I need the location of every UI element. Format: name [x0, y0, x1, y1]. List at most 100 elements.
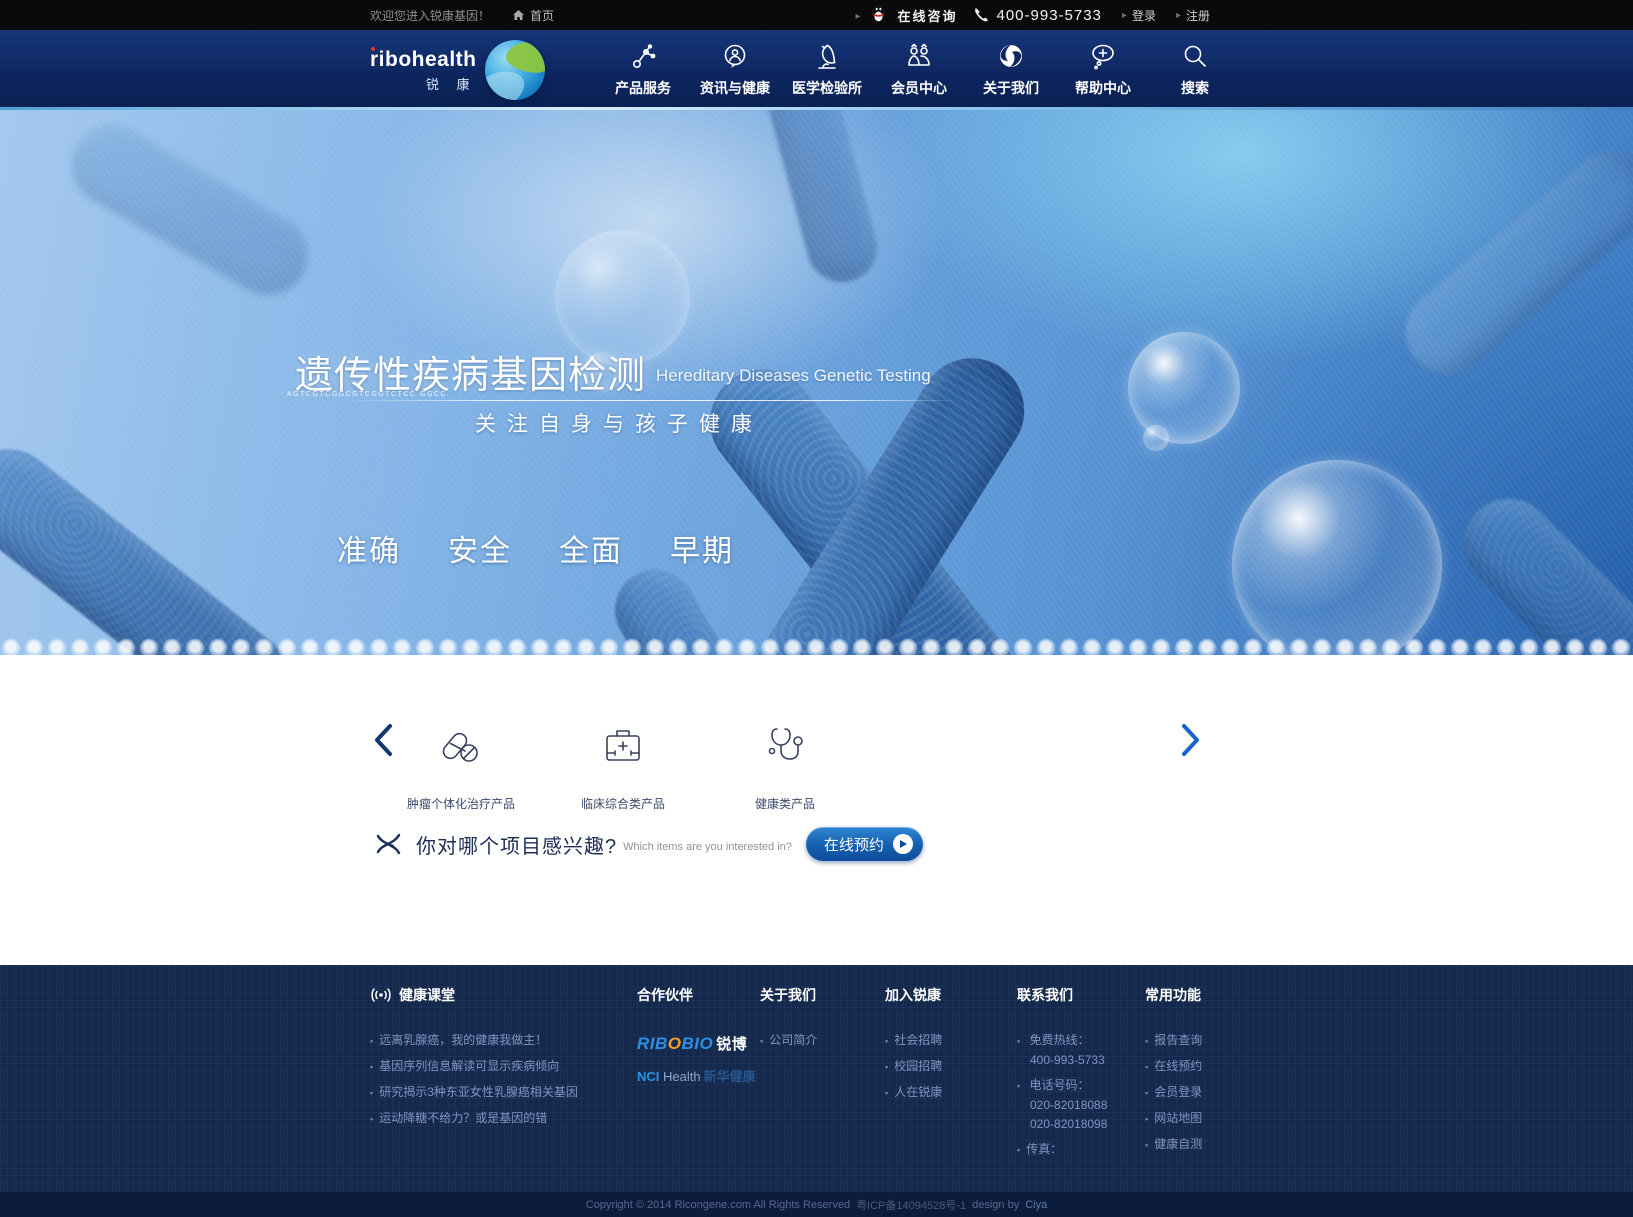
- hero-keyword: 安全: [448, 526, 512, 570]
- dna-icon: [374, 830, 404, 858]
- nav-item-medical-lab[interactable]: 医学检验所: [792, 42, 862, 98]
- ribobio-logo[interactable]: RIBOBIO锐博: [637, 1033, 756, 1054]
- hotline-phone: 400-993-5733: [973, 7, 1101, 24]
- footer-function-link[interactable]: 报告查询: [1145, 1031, 1202, 1048]
- home-link[interactable]: 首页: [512, 7, 554, 24]
- footer-join-link[interactable]: 人在锐康: [885, 1083, 942, 1100]
- products-section: 肿瘤个体化治疗产品 临床综合类产品: [0, 655, 1633, 965]
- hero-banner: 遗传性疾病基因检测 Hereditary Diseases Genetic Te…: [0, 110, 1633, 655]
- register-link[interactable]: 注册: [1176, 7, 1210, 24]
- footer-article-link[interactable]: 远离乳腺癌，我的健康我做主！: [370, 1031, 578, 1048]
- play-arrow-icon: [893, 834, 913, 854]
- cta-row: 你对哪个项目感兴趣? Which items are you intereste…: [374, 827, 923, 861]
- copyright-bar: Copyright © 2014 Ricongene.com All Right…: [0, 1192, 1633, 1217]
- footer-join-link[interactable]: 社会招聘: [885, 1031, 942, 1048]
- nav-item-products[interactable]: 产品服务: [608, 42, 678, 98]
- carousel-next-button[interactable]: [1180, 723, 1202, 762]
- nci-health-logo[interactable]: NCI Health新华健康: [637, 1066, 756, 1085]
- footer-contact-fax: 传真：: [1017, 1140, 1107, 1157]
- footer-function-link[interactable]: 在线预约: [1145, 1057, 1202, 1074]
- footer-article-link[interactable]: 基因序列信息解读可显示疾病倾向: [370, 1057, 578, 1074]
- medical-kit-icon: [542, 717, 704, 767]
- home-icon: [512, 9, 525, 21]
- microscope-icon: [792, 42, 862, 72]
- person-chat-icon: [700, 42, 770, 72]
- hero-keyword: 全面: [559, 526, 623, 570]
- product-item-clinical[interactable]: 临床综合类产品: [542, 717, 704, 812]
- bubble: [1232, 460, 1442, 655]
- footer-article-link[interactable]: 运动降糖不给力？或是基因的错: [370, 1109, 578, 1126]
- cta-question-en: Which items are you interested in?: [623, 841, 792, 853]
- footer-contact-phone: 电话号码： 020-82018088 020-82018098: [1017, 1076, 1107, 1131]
- dna-sequence-text: AGTCGTCGGCGTCGGTCTCC GGCC: [287, 391, 447, 398]
- footer-function-link[interactable]: 网站地图: [1145, 1109, 1202, 1126]
- footer-about-link[interactable]: 公司简介: [760, 1031, 817, 1048]
- footer-function-link[interactable]: 会员登录: [1145, 1083, 1202, 1100]
- footer-function-link[interactable]: 健康自测: [1145, 1135, 1202, 1152]
- nav-menu: 产品服务 资讯与健康: [608, 42, 1230, 98]
- product-carousel: 肿瘤个体化治疗产品 临床综合类产品: [380, 717, 866, 812]
- brand-name-en: ribohealth: [370, 48, 477, 72]
- designer-link[interactable]: Ciya: [1025, 1199, 1047, 1211]
- footer-join-link[interactable]: 校园招聘: [885, 1057, 942, 1074]
- pills-icon: [380, 717, 542, 767]
- login-link[interactable]: 登录: [1122, 7, 1156, 24]
- broadcast-icon: [370, 988, 392, 1002]
- globe-icon: [976, 42, 1046, 72]
- globe-logo-icon: [485, 40, 545, 100]
- online-consult-label: 在线咨询: [897, 6, 957, 25]
- bubble: [1143, 425, 1169, 451]
- copyright-text: Copyright © 2014 Ricongene.com All Right…: [586, 1199, 850, 1211]
- chromosome-shape: [1388, 134, 1633, 392]
- footer-partners-title: 合作伙伴: [637, 985, 756, 1005]
- phone-icon: [973, 7, 989, 23]
- product-item-health[interactable]: 健康类产品: [704, 717, 866, 812]
- footer-functions-title: 常用功能: [1145, 985, 1202, 1005]
- brand-logo[interactable]: ribohealth 锐 康: [370, 40, 545, 100]
- hero-tagline: 关注自身与孩子健康: [475, 408, 763, 438]
- nav-item-help-center[interactable]: 帮助中心: [1068, 42, 1138, 98]
- design-by-text: design by: [972, 1199, 1019, 1211]
- online-consult-link[interactable]: 在线咨询: [897, 6, 957, 25]
- cta-question-cn: 你对哪个项目感兴趣?: [416, 830, 617, 859]
- help-bubble-icon: [1068, 42, 1138, 72]
- footer: 健康课堂 远离乳腺癌，我的健康我做主！ 基因序列信息解读可显示疾病倾向 研究揭示…: [0, 965, 1633, 1192]
- qq-penguin-icon: [870, 4, 887, 26]
- welcome-text: 欢迎您进入锐康基因！: [370, 7, 490, 24]
- footer-article-link[interactable]: 研究揭示3种东亚女性乳腺癌相关基因: [370, 1083, 578, 1100]
- footer-health-class-title: 健康课堂: [370, 985, 578, 1005]
- icp-number: 粤ICP备14094528号-1: [856, 1197, 966, 1213]
- footer-phone-number-1: 020-82018088: [1030, 1098, 1107, 1112]
- hero-keyword: 准确: [337, 526, 401, 570]
- footer-contact-title: 联系我们: [1017, 985, 1107, 1005]
- chromosome-shape: [57, 110, 322, 309]
- topbar: 欢迎您进入锐康基因！ 首页 在线咨询: [0, 0, 1633, 30]
- nav-item-news-health[interactable]: 资讯与健康: [700, 42, 770, 98]
- chevron-right-icon: [855, 8, 860, 22]
- hotline-number: 400-993-5733: [996, 7, 1101, 24]
- hero-divider-line: [350, 400, 960, 401]
- nav-item-search[interactable]: 搜索: [1160, 42, 1230, 98]
- molecule-icon: [608, 42, 678, 72]
- home-label: 首页: [530, 7, 554, 24]
- online-booking-label: 在线预约: [824, 834, 884, 855]
- footer-hotline-number: 400-993-5733: [1030, 1053, 1107, 1067]
- chromosome-shape: [0, 430, 308, 655]
- chevron-right-icon: [1180, 723, 1202, 757]
- footer-contact-hotline: 免费热线： 400-993-5733: [1017, 1031, 1107, 1067]
- brand-name-cn: 锐 康: [370, 74, 477, 93]
- search-icon: [1160, 42, 1230, 72]
- footer-about-title: 关于我们: [760, 985, 817, 1005]
- footer-join-title: 加入锐康: [885, 985, 942, 1005]
- main-navigation: ribohealth 锐 康 产品服务: [0, 30, 1633, 110]
- footer-phone-number-2: 020-82018098: [1030, 1117, 1107, 1131]
- footer-col-health-class: 健康课堂 远离乳腺癌，我的健康我做主！ 基因序列信息解读可显示疾病倾向 研究揭示…: [370, 985, 578, 1135]
- nav-item-member-center[interactable]: 会员中心: [884, 42, 954, 98]
- members-icon: [884, 42, 954, 72]
- register-label: 注册: [1186, 7, 1210, 24]
- product-item-oncology[interactable]: 肿瘤个体化治疗产品: [380, 717, 542, 812]
- footer-col-partners: 合作伙伴 RIBOBIO锐博 NCI Health新华健康: [637, 985, 756, 1085]
- footer-col-join: 加入锐康 社会招聘 校园招聘 人在锐康: [885, 985, 942, 1109]
- nav-item-about-us[interactable]: 关于我们: [976, 42, 1046, 98]
- online-booking-button[interactable]: 在线预约: [806, 827, 923, 861]
